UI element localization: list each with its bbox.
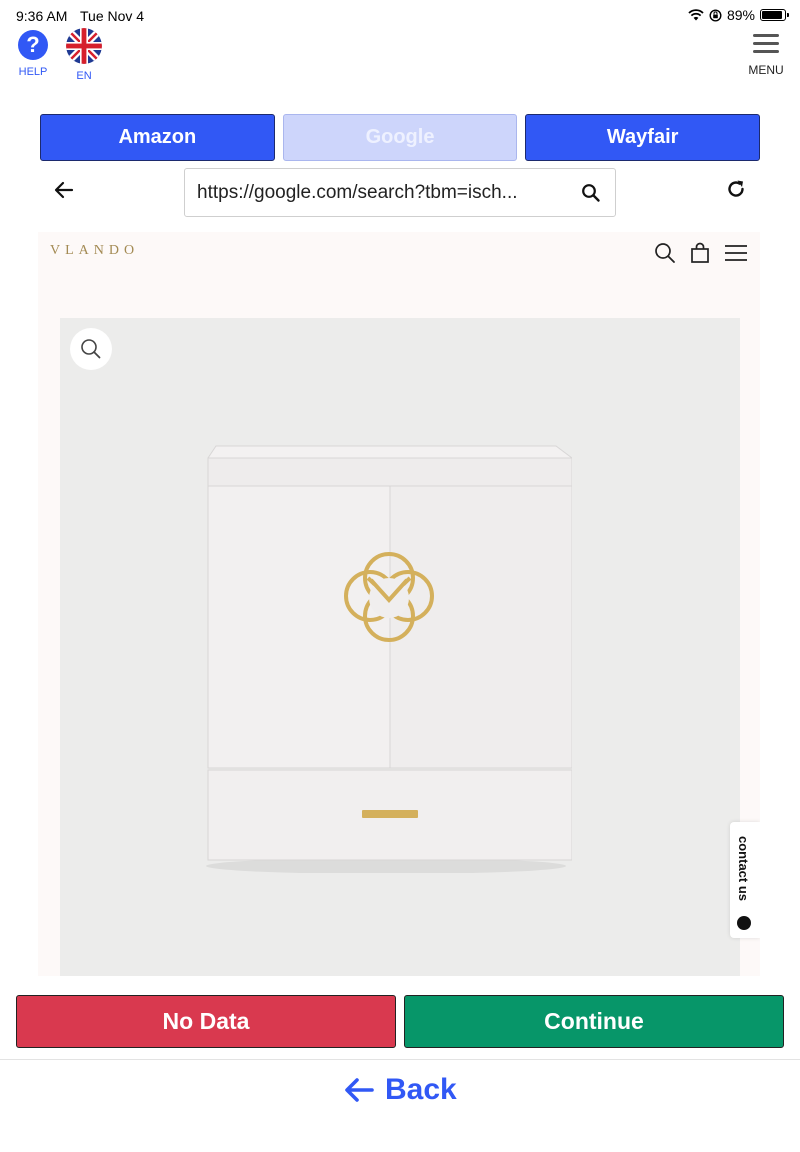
uk-flag-icon xyxy=(66,28,102,64)
back-button[interactable]: Back xyxy=(343,1070,457,1110)
help-button[interactable]: ? HELP xyxy=(16,30,50,78)
url-bar[interactable]: https://google.com/search?tbm=isch... xyxy=(184,168,616,217)
shopping-bag-icon[interactable] xyxy=(690,242,710,264)
contact-us-label: contact us xyxy=(736,836,751,902)
wifi-icon xyxy=(688,9,704,21)
battery-icon xyxy=(760,9,789,21)
reload-icon[interactable] xyxy=(724,177,748,201)
no-data-button[interactable]: No Data xyxy=(16,995,396,1048)
product-image-area xyxy=(60,318,740,976)
help-icon: ? xyxy=(18,30,48,60)
orientation-lock-icon xyxy=(709,8,722,22)
site-search-icon[interactable] xyxy=(654,242,676,264)
webview: VLANDO contact us xyxy=(38,232,760,976)
menu-label: MENU xyxy=(748,63,784,77)
continue-button[interactable]: Continue xyxy=(404,995,784,1048)
zoom-icon xyxy=(81,339,101,359)
battery-percent: 89% xyxy=(726,7,755,23)
language-button[interactable]: EN xyxy=(66,28,102,82)
hamburger-icon xyxy=(746,34,786,53)
status-time: 9:36 AM xyxy=(16,8,68,24)
site-header-icons xyxy=(654,242,748,264)
url-text: https://google.com/search?tbm=isch... xyxy=(197,181,518,203)
source-tabs: Amazon Google Wayfair xyxy=(40,114,761,161)
menu-button[interactable]: MENU xyxy=(746,34,786,77)
back-arrow-icon xyxy=(345,1078,374,1102)
action-row: No Data Continue xyxy=(16,995,784,1048)
source-tab-amazon[interactable]: Amazon xyxy=(40,114,275,161)
contact-us-tab[interactable]: contact us xyxy=(730,822,760,938)
language-label: EN xyxy=(76,70,92,82)
site-menu-icon[interactable] xyxy=(724,244,748,262)
status-right: 89% xyxy=(688,7,789,23)
site-logo[interactable]: VLANDO xyxy=(50,243,139,259)
back-label: Back xyxy=(385,1073,457,1106)
browser-back-icon[interactable] xyxy=(52,178,76,202)
battery-fill xyxy=(762,11,782,19)
help-label: HELP xyxy=(18,66,48,78)
divider xyxy=(0,1059,800,1060)
zoom-button[interactable] xyxy=(70,328,112,370)
search-icon[interactable] xyxy=(581,183,601,203)
status-bar: 9:36 AM Tue Nov 4 89% xyxy=(0,0,800,30)
source-tab-wayfair[interactable]: Wayfair xyxy=(525,114,761,161)
jewelry-box-image xyxy=(206,445,572,873)
chat-icon xyxy=(737,916,751,930)
status-date: Tue Nov 4 xyxy=(80,8,145,24)
source-tab-google[interactable]: Google xyxy=(282,114,518,161)
